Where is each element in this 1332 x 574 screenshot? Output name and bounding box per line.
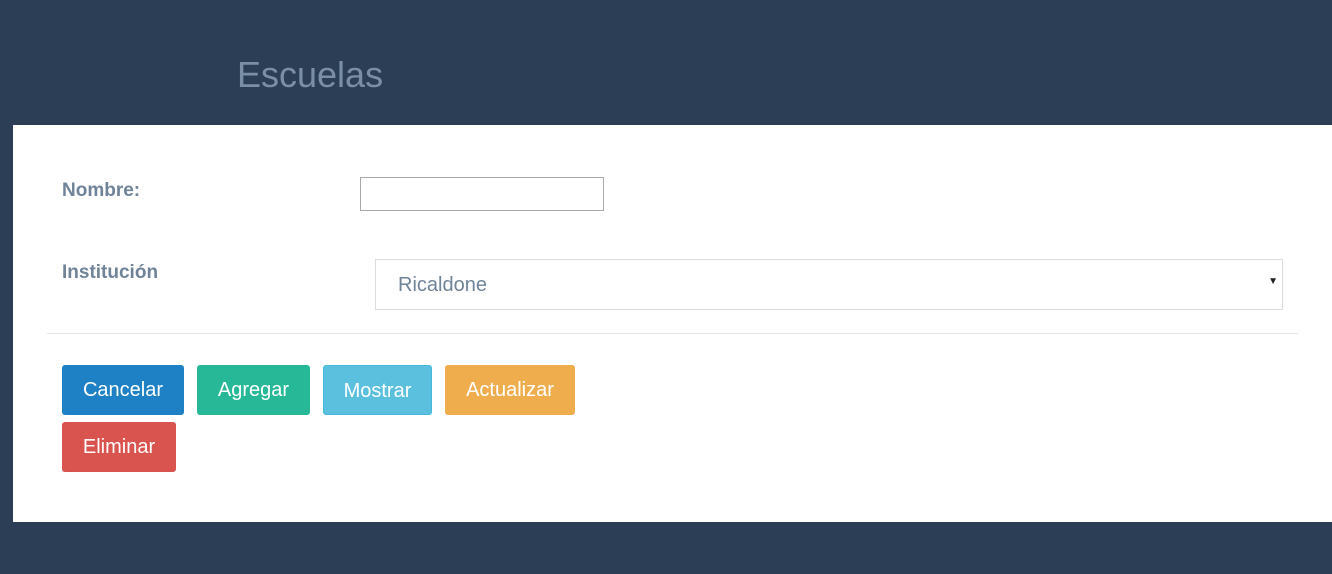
eliminar-button[interactable]: Eliminar [62,422,176,472]
cancelar-button[interactable]: Cancelar [62,365,184,415]
institucion-select[interactable]: Ricaldone ▼ [375,259,1283,310]
nombre-label: Nombre: [62,180,141,201]
page-title: Escuelas [237,54,384,95]
agregar-button[interactable]: Agregar [197,365,310,415]
form-divider [47,333,1298,334]
form-panel: Nombre: Institución Ricaldone ▼ Cancelar… [13,125,1332,522]
mostrar-button[interactable]: Mostrar [323,365,432,415]
institucion-selected-value: Ricaldone [398,274,487,296]
caret-down-icon: ▼ [1268,276,1278,287]
actualizar-button[interactable]: Actualizar [445,365,575,415]
nombre-input[interactable] [360,177,604,211]
institucion-label: Institución [62,262,159,283]
